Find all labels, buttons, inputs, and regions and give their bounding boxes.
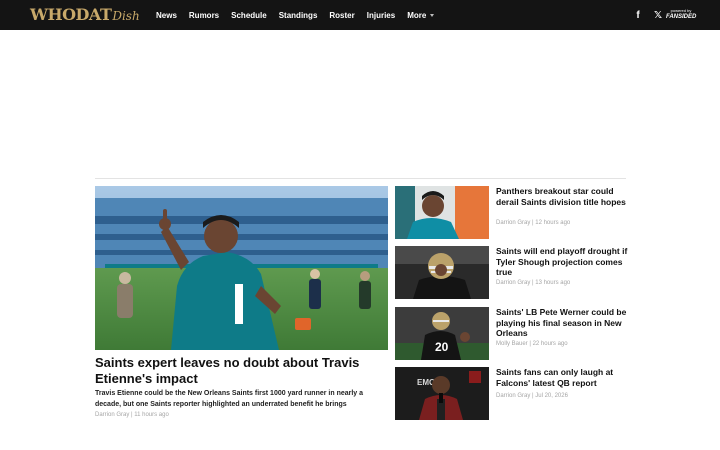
story-card-3: 20 Saints' LB Pete Werner could be playi…	[395, 307, 630, 361]
section-divider	[95, 178, 626, 179]
site-logo[interactable]: WHODAT Dish	[30, 6, 140, 24]
story-card-4: EMO Saints fans can only laugh at Falcon…	[395, 367, 630, 421]
nav-more-label: More	[407, 10, 427, 20]
nav-rumors[interactable]: Rumors	[189, 11, 219, 20]
story-byline-2: Darrion Gray | 13 hours ago	[496, 280, 571, 286]
story-thumbnail-2[interactable]	[395, 246, 489, 299]
nav-news[interactable]: News	[156, 11, 177, 20]
story-card-1: Panthers breakout star could derail Sain…	[395, 186, 630, 240]
story-thumbnail-1[interactable]	[395, 186, 489, 239]
story-headline-2[interactable]: Saints will end playoff drought if Tyler…	[496, 246, 628, 278]
story-byline-1: Darrion Gray | 12 hours ago	[496, 220, 571, 226]
story-byline-3: Molly Bauer | 22 hours ago	[496, 341, 568, 347]
hero-image[interactable]	[95, 186, 388, 350]
story-headline-1[interactable]: Panthers breakout star could derail Sain…	[496, 186, 628, 207]
hero-headline[interactable]: Saints expert leaves no doubt about Trav…	[95, 355, 395, 387]
nav-more[interactable]: More	[407, 10, 435, 20]
svg-text:20: 20	[435, 340, 449, 354]
story-headline-3[interactable]: Saints' LB Pete Werner could be playing …	[496, 307, 628, 339]
hero-summary: Travis Etienne could be the New Orleans …	[95, 390, 364, 408]
logo-wordmark: WHODAT	[30, 5, 112, 24]
nav-standings[interactable]: Standings	[279, 11, 318, 20]
fansided-badge[interactable]: powered by FANSIDED	[666, 8, 696, 21]
logo-script: Dish	[112, 9, 140, 23]
main-nav: News Rumors Schedule Standings Roster In…	[156, 0, 446, 30]
facebook-icon[interactable]: f	[632, 9, 644, 21]
x-icon[interactable]: 𝕏	[652, 9, 664, 21]
top-navigation-bar: WHODAT Dish News Rumors Schedule Standin…	[0, 0, 720, 30]
nav-schedule[interactable]: Schedule	[231, 11, 267, 20]
story-thumbnail-4[interactable]: EMO	[395, 367, 489, 420]
story-headline-4[interactable]: Saints fans can only laugh at Falcons' l…	[496, 367, 628, 388]
chevron-down-icon	[430, 13, 435, 17]
nav-roster[interactable]: Roster	[329, 11, 354, 20]
fansided-wordmark: FANSIDED	[666, 14, 697, 20]
nav-injuries[interactable]: Injuries	[367, 11, 395, 20]
story-thumbnail-3[interactable]: 20	[395, 307, 489, 360]
story-card-2: Saints will end playoff drought if Tyler…	[395, 246, 630, 300]
story-byline-4: Darrion Gray | Jul 20, 2026	[496, 393, 568, 399]
hero-byline: Darrion Gray | 11 hours ago	[95, 412, 169, 418]
